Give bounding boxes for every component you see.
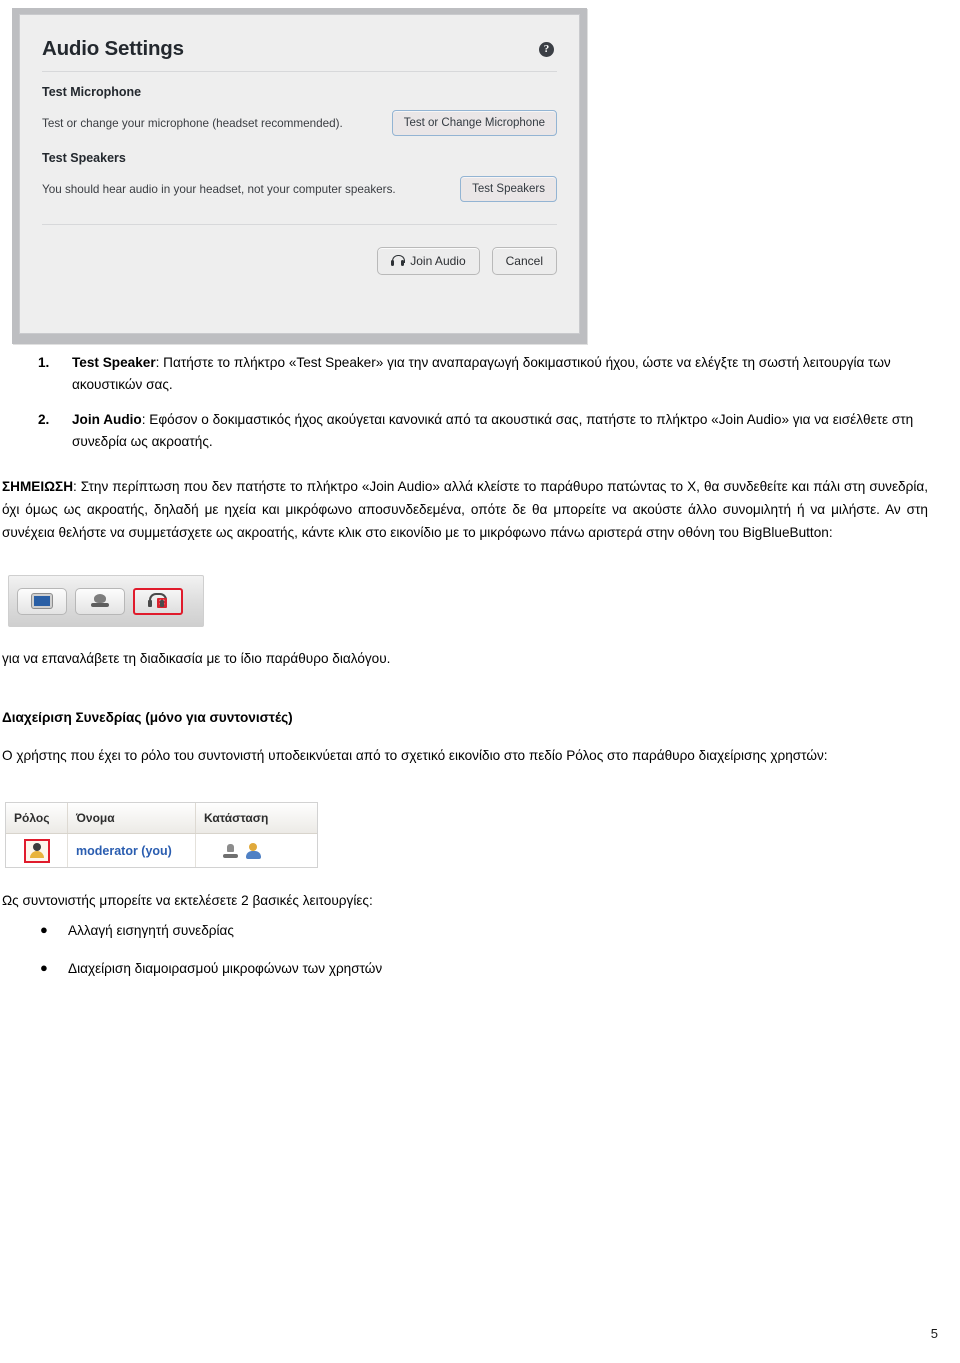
help-circle-icon[interactable]: ? [539,41,554,57]
cell-status [196,834,316,867]
note-label: ΣΗΜΕΙΩΣΗ [2,479,74,494]
test-speakers-button[interactable]: Test Speakers [460,176,557,202]
presenter-icon[interactable] [246,842,263,859]
numbered-instruction-list: 1. Test Speaker: Πατήστε το πλήκτρο «Tes… [38,352,926,466]
screen-share-icon [32,594,52,608]
test-microphone-description: Test or change your microphone (headset … [42,116,343,130]
test-or-change-microphone-button[interactable]: Test or Change Microphone [391,110,557,136]
list-item-bold-label: Test Speaker [72,355,156,370]
bullet-text: Διαχείριση διαμοιρασμού μικροφώνων των χ… [68,961,383,977]
user-name-label[interactable]: moderator (you) [76,844,172,858]
microphone-icon[interactable] [222,843,239,859]
moderator-role-icon[interactable] [23,838,50,863]
list-item-body: Join Audio: Εφόσον ο δοκιμαστικός ήχος α… [72,409,926,453]
mute-badge-icon: ✕ [157,598,167,608]
test-speakers-description: You should hear audio in your headset, n… [42,182,396,196]
test-microphone-section: Test Microphone Test or change your micr… [42,72,557,138]
column-header-role: Ρόλος [6,803,68,833]
cell-role [6,834,68,867]
bullet-marker: ● [40,922,48,937]
list-item-body: Test Speaker: Πατήστε το πλήκτρο «Test S… [72,352,926,396]
list-item-number: 2. [38,412,50,428]
list-item: 1. Test Speaker: Πατήστε το πλήκτρο «Tes… [38,352,926,396]
note-paragraph: ΣΗΜΕΙΩΣΗ: Στην περίπτωση που δεν πατήστε… [2,476,928,544]
list-item-bold-label: Join Audio [72,412,142,428]
session-management-heading: Διαχείριση Συνεδρίας (μόνο για συντονιστ… [2,710,293,725]
test-speakers-section: Test Speakers You should hear audio in y… [42,138,557,204]
table-row: moderator (you) [6,834,317,867]
headset-audio-button[interactable]: ✕ [133,587,183,615]
list-item: 2. Join Audio: Εφόσον ο δοκιμαστικός ήχο… [38,409,926,453]
list-item: ● Αλλαγή εισηγητή συνεδρίας [40,920,740,942]
repeat-process-paragraph: για να επαναλάβετε τη διαδικασία με το ί… [2,651,391,666]
column-header-name: Όνομα [68,803,196,833]
webcam-button[interactable] [75,587,125,615]
headset-icon [391,255,406,267]
cell-name: moderator (you) [68,834,196,867]
list-item-text: : Πατήστε το πλήκτρο «Test Speaker» για … [72,355,891,393]
audio-settings-dialog-screenshot: Audio Settings ? Test Microphone Test or… [12,8,587,344]
headset-muted-icon: ✕ [147,593,169,609]
user-management-table-screenshot: Ρόλος Όνομα Κατάσταση moderator (you) [5,802,318,868]
bullet-marker: ● [40,960,48,976]
cancel-button[interactable]: Cancel [491,247,557,275]
page-number: 5 [930,1326,938,1341]
dialog-header: Audio Settings ? [42,15,557,71]
screen-share-button[interactable] [17,587,67,615]
bigbluebutton-toolbar-screenshot: ✕ [8,575,204,627]
moderator-functions-paragraph: Ως συντονιστής μπορείτε να εκτελέσετε 2 … [2,893,373,908]
list-item: ● Διαχείριση διαμοιρασμού μικροφώνων των… [40,958,740,980]
dialog-title: Audio Settings [42,37,184,60]
note-text: : Στην περίπτωση που δεν πατήστε το πλήκ… [2,479,928,540]
column-header-status: Κατάσταση [204,811,269,825]
join-audio-button[interactable]: Join Audio [377,247,480,275]
dialog-footer: Join Audio Cancel [42,225,557,275]
moderator-role-paragraph: Ο χρήστης που έχει το ρόλο του συντονιστ… [2,748,828,763]
table-header-row: Ρόλος Όνομα Κατάσταση [6,803,317,834]
webcam-icon [90,593,110,609]
test-microphone-heading: Test Microphone [42,85,142,99]
join-audio-label: Join Audio [410,254,466,268]
list-item-number: 1. [38,355,50,370]
audio-settings-dialog: Audio Settings ? Test Microphone Test or… [19,14,580,334]
moderator-functions-bullet-list: ● Αλλαγή εισηγητή συνεδρίας ● Διαχείριση… [40,920,740,996]
bullet-text: Αλλαγή εισηγητή συνεδρίας [68,923,234,938]
test-speakers-heading: Test Speakers [42,151,126,165]
list-item-text: : Εφόσον ο δοκιμαστικός ήχος ακούγεται κ… [72,412,914,450]
